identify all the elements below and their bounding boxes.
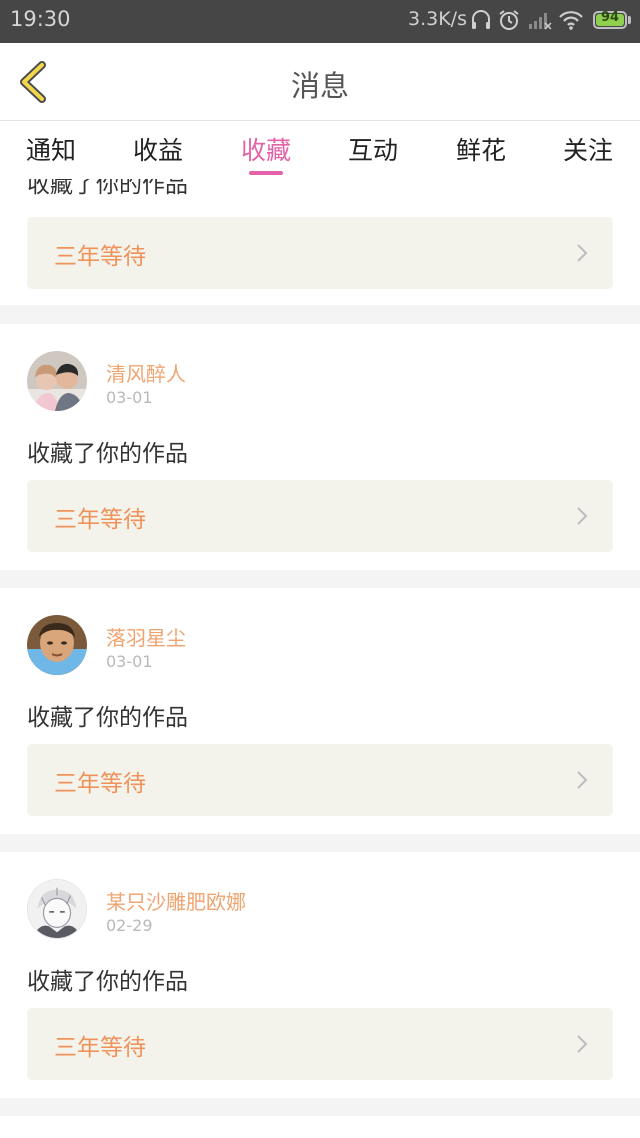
work-title: 三年等待	[54, 507, 146, 533]
headset-icon	[472, 10, 490, 29]
tab-following[interactable]: 关注	[563, 131, 613, 167]
chevron-right-icon	[577, 244, 588, 262]
username[interactable]: 落羽星尘	[106, 622, 186, 651]
avatar[interactable]	[27, 615, 87, 675]
action-text: 收藏了你的作品	[27, 969, 188, 995]
tab-notifications[interactable]: 通知	[26, 131, 76, 167]
work-title: 三年等待	[54, 244, 146, 270]
work-link[interactable]: 三年等待	[27, 1008, 613, 1080]
tab-bar: 通知 收益 收藏 互动 鲜花 关注	[0, 121, 640, 179]
list-item: 落羽星尘 03-01 收藏了你的作品 三年等待	[0, 588, 640, 834]
chevron-right-icon	[577, 771, 588, 789]
battery-tip	[628, 16, 631, 24]
chevron-right-icon	[577, 1035, 588, 1053]
tab-favorites[interactable]: 收藏	[241, 131, 291, 167]
list-item	[0, 1116, 640, 1138]
list-item: 收藏了你的作品 三年等待	[0, 179, 640, 305]
tab-earnings[interactable]: 收益	[133, 131, 183, 167]
action-text: 收藏了你的作品	[27, 441, 188, 467]
wifi-icon	[559, 11, 583, 30]
tab-interactions[interactable]: 互动	[348, 131, 398, 167]
work-link[interactable]: 三年等待	[27, 217, 613, 289]
work-link[interactable]: 三年等待	[27, 744, 613, 816]
avatar[interactable]	[27, 879, 87, 939]
app-header: 消息	[0, 43, 640, 121]
alarm-icon	[499, 10, 519, 30]
action-text: 收藏了你的作品	[27, 179, 188, 198]
work-title: 三年等待	[54, 771, 146, 797]
date: 03-01	[106, 388, 153, 407]
list-item: 清风醉人 03-01 收藏了你的作品 三年等待	[0, 324, 640, 570]
avatar[interactable]	[27, 351, 87, 411]
work-title: 三年等待	[54, 1035, 146, 1061]
battery-percent: 94	[600, 10, 620, 25]
date: 02-29	[106, 916, 153, 935]
list-item: 某只沙雕肥欧娜 02-29 收藏了你的作品 三年等待	[0, 852, 640, 1098]
signal-icon	[529, 13, 552, 30]
username[interactable]: 清风醉人	[106, 358, 186, 387]
page-title: 消息	[290, 69, 349, 103]
tab-flowers[interactable]: 鲜花	[456, 131, 506, 167]
username[interactable]: 某只沙雕肥欧娜	[106, 886, 246, 915]
battery-icon: 94	[593, 10, 627, 29]
status-time: 19:30	[10, 7, 71, 31]
status-bar: 19:30 3.3K/s 94	[0, 0, 640, 43]
active-tab-indicator	[249, 171, 283, 175]
action-text: 收藏了你的作品	[27, 705, 188, 731]
chevron-right-icon	[577, 507, 588, 525]
date: 03-01	[106, 652, 153, 671]
work-link[interactable]: 三年等待	[27, 480, 613, 552]
status-net-speed: 3.3K/s	[408, 8, 467, 30]
